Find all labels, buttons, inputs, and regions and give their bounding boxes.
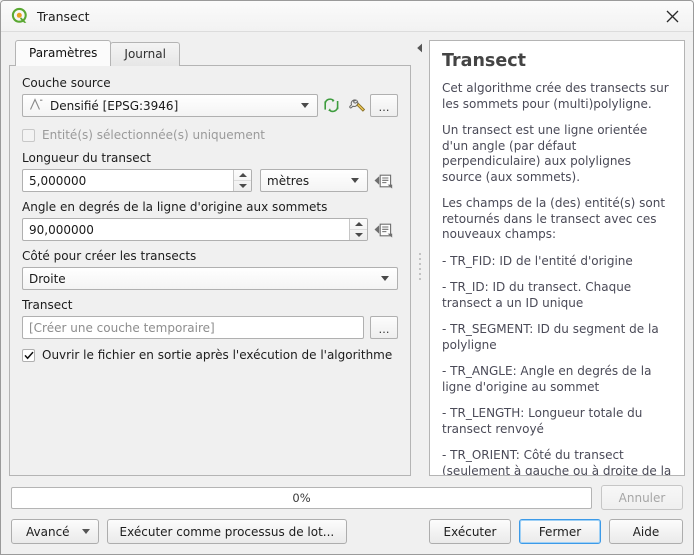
transect-length-label: Longueur du transect — [22, 151, 151, 165]
chevron-down-icon — [351, 178, 359, 183]
help-pane: Transect Cet algorithme crée des transec… — [429, 40, 685, 476]
tab-journal[interactable]: Journal — [110, 42, 180, 66]
source-layer-row: Densifié [EPSG:3946] … — [22, 94, 398, 117]
angle-value: 90,000000 — [29, 222, 94, 237]
progress-bar: 0% — [11, 486, 592, 509]
selected-features-only-label: Entité(s) sélectionnée(s) uniquement — [42, 128, 266, 142]
help-panel: Transect Cet algorithme crée des transec… — [429, 40, 685, 476]
transect-length-spinbox[interactable]: 5,000000 — [22, 169, 252, 192]
output-path-input[interactable]: [Créer une couche temporaire] — [22, 316, 364, 339]
help-paragraph: - TR_FID: ID de l'entité d'origine — [442, 253, 633, 268]
selected-features-only-row[interactable]: Entité(s) sélectionnée(s) uniquement — [22, 125, 398, 145]
pane-splitter[interactable] — [411, 40, 429, 476]
angle-spinbox[interactable]: 90,000000 — [22, 218, 368, 241]
help-paragraph: - TR_LENGTH: Longueur totale du transect… — [442, 406, 643, 436]
transect-length-data-defined-override-icon[interactable] — [368, 169, 398, 192]
help-paragraph: - TR_ID: ID du transect. Chaque transect… — [442, 280, 632, 310]
output-browse-button[interactable]: … — [370, 316, 398, 339]
open-output-label: Ouvrir le fichier en sortie après l'exéc… — [42, 348, 393, 362]
dialog-body: Paramètres Journal Couche source Densifi… — [1, 32, 693, 476]
progress-row: 0% Annuler — [11, 485, 683, 510]
transect-length-value: 5,000000 — [29, 173, 87, 188]
side-combo[interactable]: Droite — [22, 267, 398, 290]
chevron-down-icon — [301, 103, 309, 108]
output-label: Transect — [22, 298, 73, 312]
output-row: [Créer une couche temporaire] … — [22, 316, 398, 339]
progress-text: 0% — [292, 490, 311, 505]
splitter-handle[interactable] — [419, 56, 421, 476]
selected-features-only-checkbox — [22, 128, 35, 142]
source-layer-value: Densifié [EPSG:3946] — [50, 98, 179, 113]
action-row: Avancé Exécuter comme processus de lot..… — [11, 519, 683, 544]
help-paragraph: - TR_ORIENT: Côté du transect (seulement… — [442, 448, 672, 476]
dialog-footer: 0% Annuler Avancé Exécuter comme process… — [1, 476, 693, 554]
wrench-icon[interactable] — [344, 94, 370, 117]
open-output-checkbox[interactable] — [22, 348, 35, 362]
tab-parametres[interactable]: Paramètres — [15, 40, 112, 66]
angle-stepper[interactable] — [349, 219, 367, 240]
angle-label: Angle en degrés de la ligne d'origine au… — [22, 200, 328, 214]
parameters-panel: Couche source Densifié [EPSG:3946] … Ent… — [9, 65, 411, 476]
side-label: Côté pour créer les transects — [22, 249, 197, 263]
collapse-help-panel-icon[interactable] — [416, 42, 425, 54]
title-bar: Transect — [1, 1, 693, 32]
stepper-up-icon[interactable] — [234, 170, 251, 181]
source-layer-label: Couche source — [22, 76, 111, 90]
advanced-button[interactable]: Avancé — [11, 519, 99, 544]
cancel-button[interactable]: Annuler — [601, 485, 683, 510]
chevron-down-icon — [381, 276, 389, 281]
line-layer-icon — [29, 97, 44, 114]
window-title: Transect — [37, 8, 90, 24]
stepper-up-icon[interactable] — [350, 219, 367, 230]
help-paragraph: Cet algorithme crée des transects sur le… — [442, 81, 669, 111]
help-paragraph: Un transect est une ligne orientée d'un … — [442, 123, 648, 184]
output-path-placeholder: [Créer une couche temporaire] — [29, 320, 215, 335]
qgis-logo-icon — [11, 7, 29, 25]
close-icon[interactable] — [651, 1, 693, 31]
transect-length-row: 5,000000 mètres — [22, 169, 398, 192]
help-paragraph: Les champs de la (des) entité(s) sont re… — [442, 196, 666, 241]
stepper-down-icon[interactable] — [350, 230, 367, 240]
tab-bar: Paramètres Journal — [9, 40, 411, 66]
transect-dialog: Transect Paramètres Journal Couche sourc… — [0, 0, 694, 555]
chevron-down-icon — [81, 529, 90, 534]
output-browse-label: … — [378, 323, 390, 336]
side-row: Droite — [22, 267, 398, 290]
source-layer-combo[interactable]: Densifié [EPSG:3946] — [22, 94, 318, 117]
help-paragraph: - TR_SEGMENT: ID du segment de la polyli… — [442, 322, 659, 352]
help-paragraph: - TR_ANGLE: Angle en degrés de la ligne … — [442, 364, 652, 394]
open-output-row[interactable]: Ouvrir le fichier en sortie après l'exéc… — [22, 345, 398, 365]
transect-length-unit-value: mètres — [267, 173, 310, 188]
close-button[interactable]: Fermer — [519, 519, 601, 544]
splitter-grip-dots — [419, 252, 421, 280]
iterate-over-features-icon[interactable] — [318, 94, 344, 117]
source-layer-browse-label: … — [378, 101, 390, 114]
stepper-down-icon[interactable] — [234, 181, 251, 191]
transect-length-unit-combo[interactable]: mètres — [260, 169, 368, 192]
help-title: Transect — [442, 51, 526, 71]
transect-length-stepper[interactable] — [233, 170, 251, 191]
side-value: Droite — [29, 271, 66, 286]
angle-row: 90,000000 — [22, 218, 398, 241]
source-layer-browse-button[interactable]: … — [370, 94, 398, 117]
run-button[interactable]: Exécuter — [429, 519, 511, 544]
parameters-pane: Paramètres Journal Couche source Densifi… — [9, 40, 411, 476]
help-button[interactable]: Aide — [609, 519, 683, 544]
run-as-batch-button[interactable]: Exécuter comme processus de lot... — [106, 519, 348, 544]
angle-data-defined-override-icon[interactable] — [368, 218, 398, 241]
advanced-button-label: Avancé — [26, 524, 70, 539]
